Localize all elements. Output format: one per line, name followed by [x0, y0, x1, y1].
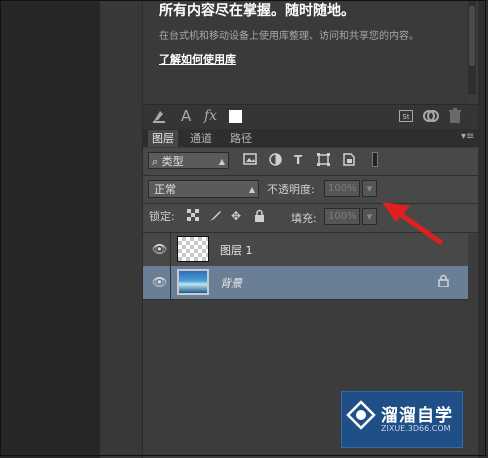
window-frame [0, 0, 486, 456]
